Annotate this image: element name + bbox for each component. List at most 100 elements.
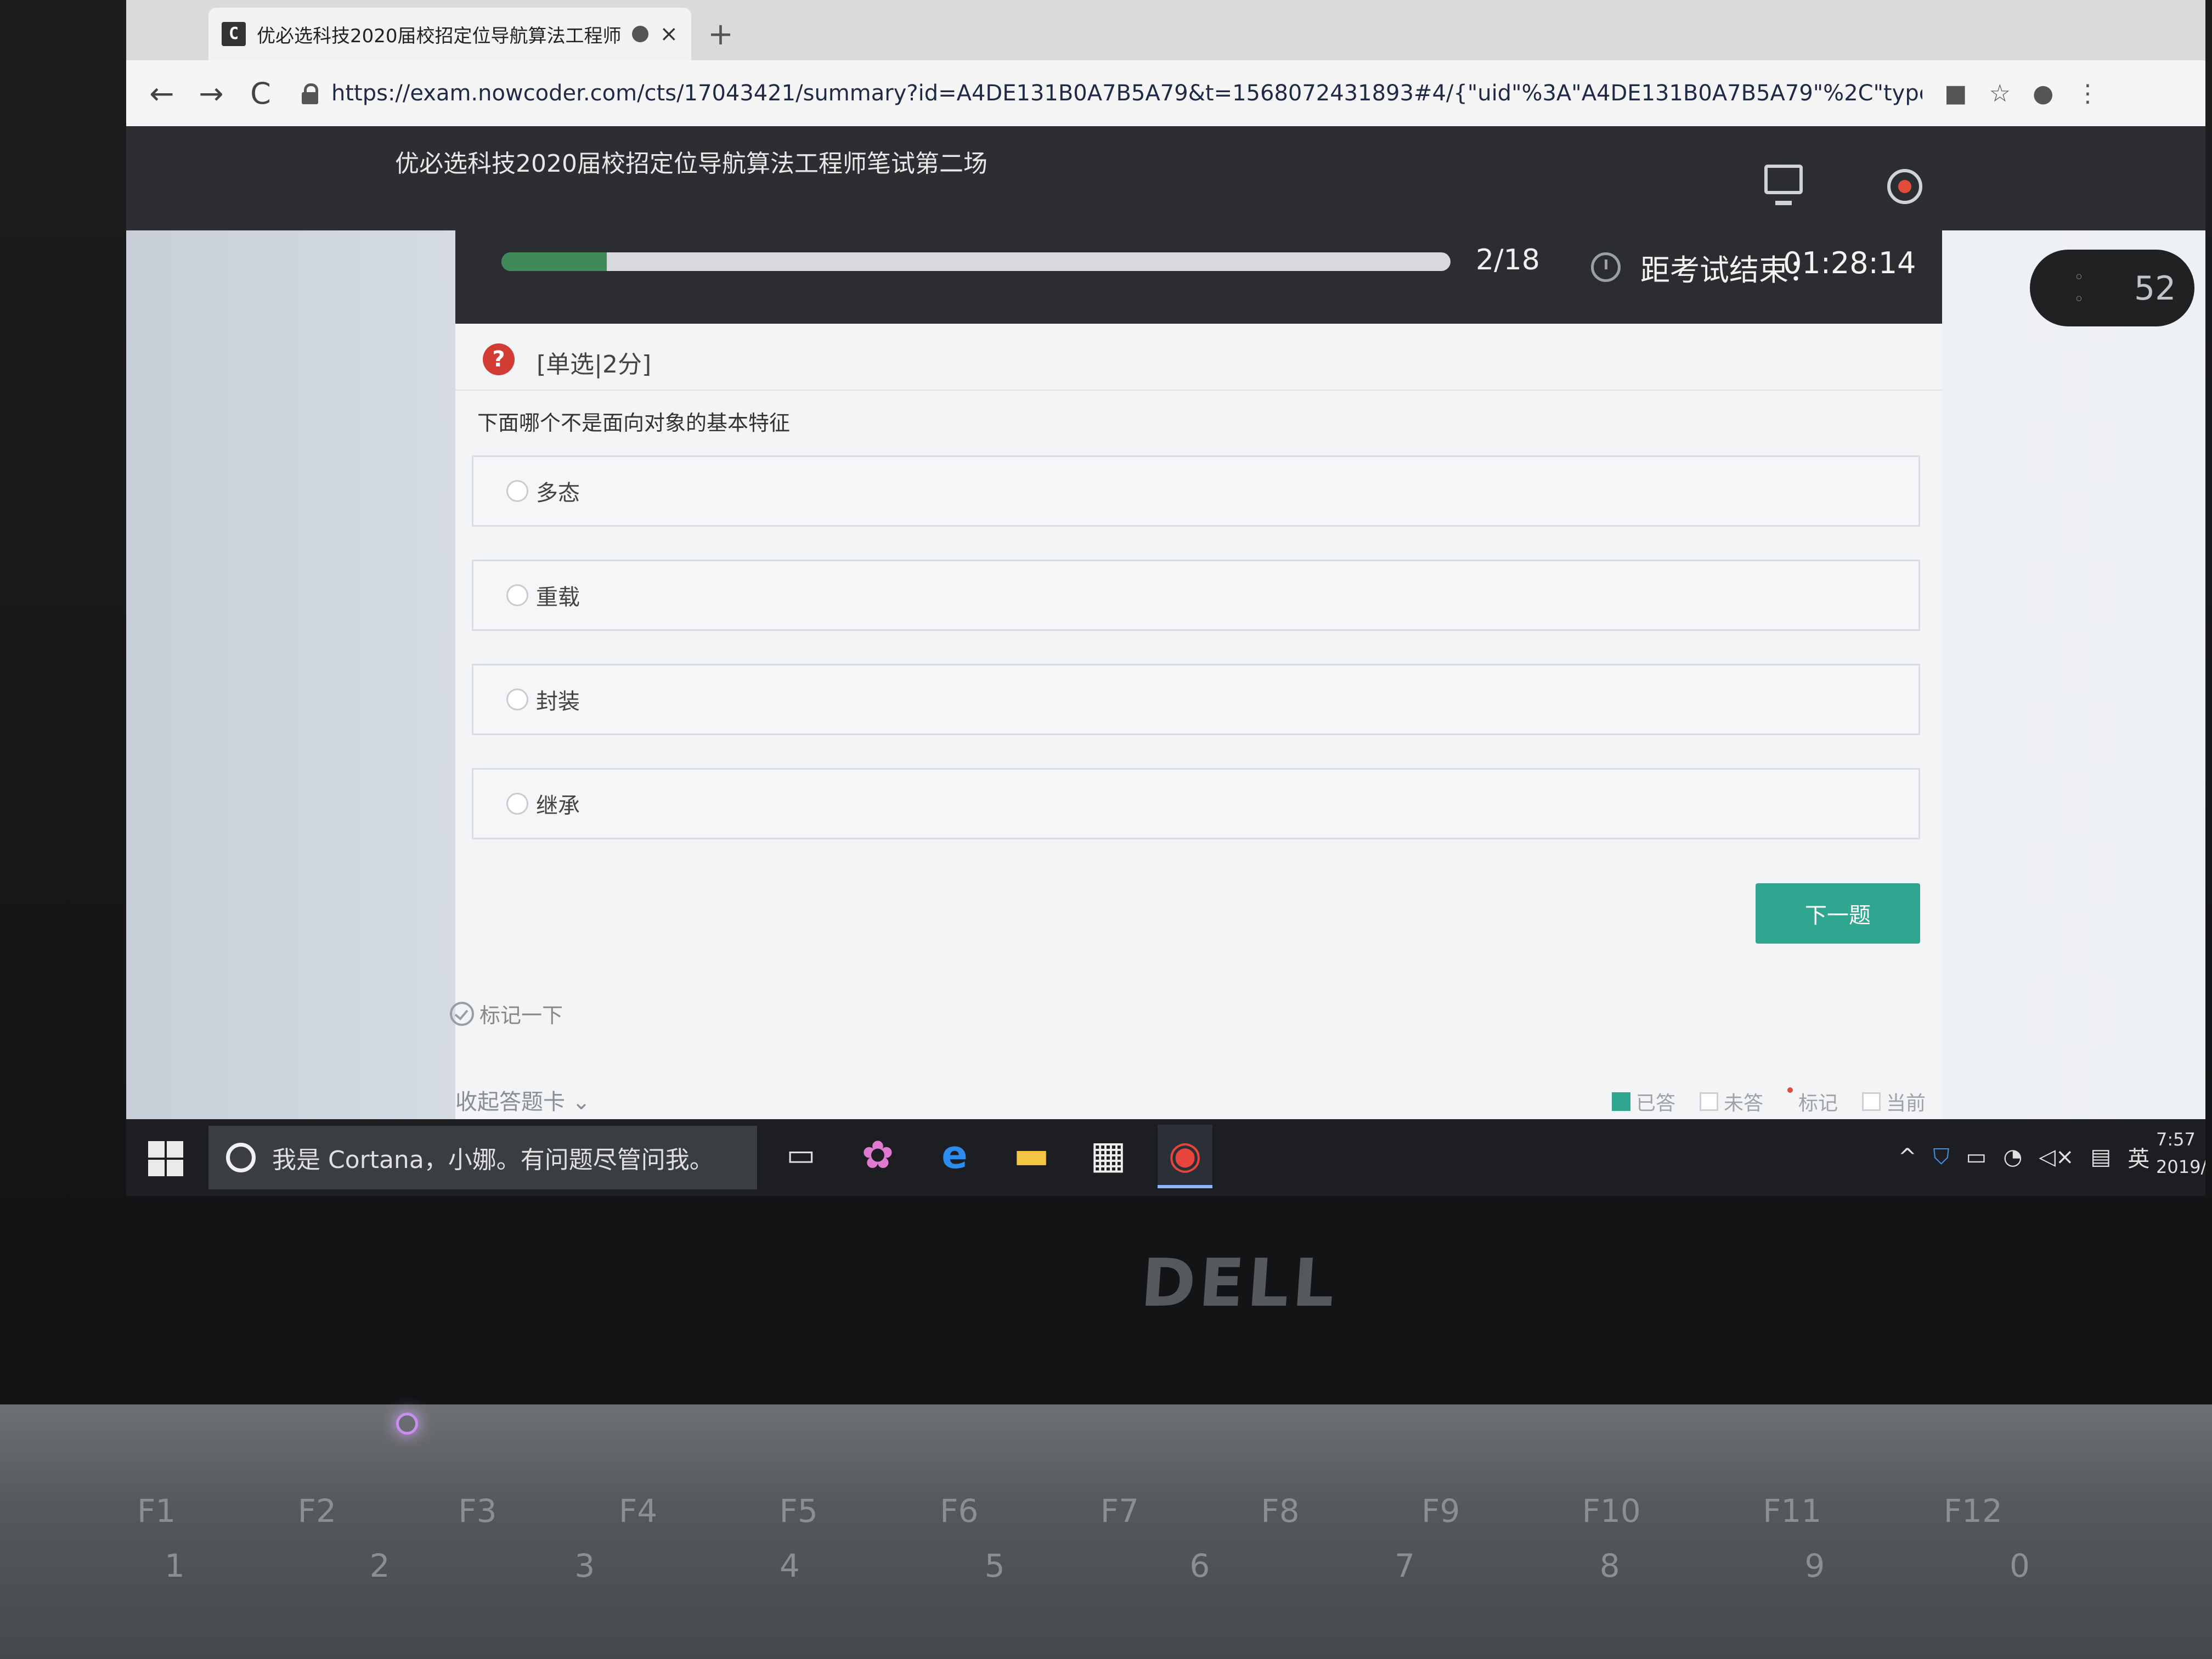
answer-card-footer: 收起答题卡 ⌄ 已答 未答 标记 当前 (455, 1075, 1942, 1119)
browser-tabbar: C 优必选科技2020届校招定位导航算法工程师笔试第二场 × + (126, 0, 2205, 60)
question-type-row: ? [单选|2分] (455, 324, 1942, 391)
camera-icon[interactable] (1887, 169, 1922, 204)
marked-dot-icon (1787, 1087, 1793, 1093)
number-key-legend: 5 (984, 1547, 1005, 1584)
widget-value: 52 (2134, 269, 2176, 308)
option-label: 重载 (536, 585, 580, 610)
progress-bar (501, 252, 1451, 271)
radio-button[interactable] (506, 584, 528, 606)
fn-key-legend: F6 (940, 1492, 979, 1530)
screen: C 优必选科技2020届校招定位导航算法工程师笔试第二场 × + ← → C h… (126, 0, 2205, 1196)
windows-start-icon[interactable] (148, 1141, 184, 1177)
answered-swatch (1611, 1092, 1630, 1111)
floating-widget[interactable]: ◦ ◦ 52 (2030, 250, 2194, 326)
number-key-legend: 1 (165, 1547, 185, 1584)
exam-card: 2/18 距考试结束： 01:28:14 ? [单选|2分] 下面哪个不是面向对… (450, 219, 1942, 1119)
menu-dots-icon[interactable]: ⋮ (2075, 80, 2100, 108)
legend-answered: 已答 (1611, 1087, 1675, 1116)
back-icon[interactable]: ← (137, 76, 187, 111)
option-c[interactable]: 封装 (472, 664, 1920, 735)
legend-answered-label: 已答 (1635, 1092, 1675, 1115)
widget-dots-icon: ◦ ◦ (2074, 267, 2084, 309)
number-key-legend: 8 (1599, 1547, 1620, 1584)
power-icon (396, 1413, 418, 1435)
status-legend: 已答 未答 标记 当前 (1611, 1087, 1926, 1116)
radio-button[interactable] (506, 689, 528, 710)
number-key-legend: 2 (369, 1547, 390, 1584)
number-key-legend: 9 (1804, 1547, 1825, 1584)
task-view-icon[interactable]: ▭ (774, 1125, 828, 1185)
legend-current: 当前 (1861, 1087, 1926, 1116)
notification-icon[interactable]: ▤ (2091, 1144, 2112, 1170)
option-d[interactable]: 继承 (472, 768, 1920, 839)
legend-current-label: 当前 (1886, 1092, 1926, 1115)
file-explorer-icon[interactable]: ▬ (1004, 1125, 1059, 1185)
countdown-timer: 01:28:14 (1783, 246, 1916, 280)
fn-key-legend: F4 (618, 1492, 658, 1530)
input-language[interactable]: 英 (2128, 1141, 2149, 1173)
question-icon: ? (483, 343, 515, 375)
fn-key-legend: F3 (458, 1492, 497, 1530)
legend-marked: 标记 (1787, 1087, 1838, 1116)
number-key-legend: 7 (1395, 1547, 1415, 1584)
fn-key-legend: F5 (779, 1492, 818, 1530)
lock-icon[interactable] (302, 83, 318, 104)
legend-marked-label: 标记 (1798, 1092, 1838, 1115)
pinned-apps: ▭ ✿ e ▬ ▦ ◉ (774, 1125, 1212, 1188)
option-label: 封装 (536, 689, 580, 714)
keyboard-deck (0, 1404, 2212, 1659)
question-type: [单选|2分] (537, 351, 652, 379)
radio-button[interactable] (506, 480, 528, 502)
wifi-icon[interactable]: ◔ (2003, 1144, 2022, 1170)
camera-permission-icon[interactable]: ■ (1944, 80, 1967, 108)
cortana-placeholder: 我是 Cortana，小娜。有问题尽管问我。 (272, 1146, 714, 1174)
mark-label: 标记一下 (479, 1003, 563, 1028)
clock-icon (1591, 252, 1621, 282)
forward-icon[interactable]: → (187, 76, 236, 111)
question-text: 下面哪个不是面向对象的基本特征 (477, 411, 791, 435)
bookmark-star-icon[interactable]: ☆ (1989, 80, 2011, 108)
edge-browser-icon[interactable]: e (927, 1125, 982, 1185)
chrome-app-icon[interactable]: ◉ (1158, 1125, 1212, 1188)
number-key-legend: 0 (2010, 1547, 2030, 1584)
profile-icon[interactable]: ● (2033, 80, 2053, 108)
toggle-answer-card[interactable]: 收起答题卡 ⌄ (455, 1084, 590, 1116)
option-label: 继承 (536, 793, 580, 819)
paint-app-icon[interactable]: ✿ (850, 1125, 905, 1185)
option-b[interactable]: 重载 (472, 560, 1920, 631)
store-icon[interactable]: ▦ (1081, 1125, 1136, 1185)
legend-unanswered-label: 未答 (1723, 1092, 1763, 1115)
cortana-search-box[interactable]: 我是 Cortana，小娜。有问题尽管问我。 (208, 1126, 757, 1189)
progress-text: 2/18 (1476, 244, 1540, 276)
close-icon[interactable]: × (659, 21, 678, 47)
number-key-legend: 6 (1189, 1547, 1210, 1584)
network-folder-icon[interactable]: ▭ (1966, 1144, 1987, 1170)
fn-key-legend: F2 (297, 1492, 336, 1530)
browser-tab[interactable]: C 优必选科技2020届校招定位导航算法工程师笔试第二场 × (208, 8, 691, 60)
shield-icon[interactable]: ⛉ (1933, 1144, 1950, 1170)
new-tab-icon[interactable]: + (708, 16, 733, 52)
radio-button[interactable] (506, 793, 528, 815)
favicon-icon: C (222, 22, 246, 46)
number-key-legend: 4 (780, 1547, 800, 1584)
system-tray: ^ ⛉ ▭ ◔ ◁× ▤ 英 (1898, 1141, 2149, 1173)
fn-key-legend: F1 (137, 1492, 176, 1530)
chevron-up-icon[interactable]: ^ (1898, 1144, 1917, 1170)
address-bar[interactable]: https://exam.nowcoder.com/cts/17043421/s… (331, 81, 1922, 106)
fn-key-legend: F8 (1261, 1492, 1300, 1530)
option-a[interactable]: 多态 (472, 455, 1920, 527)
option-label: 多态 (536, 481, 580, 506)
volume-icon[interactable]: ◁× (2039, 1144, 2074, 1170)
cortana-icon (226, 1143, 256, 1172)
monitor-icon[interactable] (1764, 165, 1803, 205)
fn-key-legend: F7 (1100, 1492, 1139, 1530)
reload-icon[interactable]: C (236, 76, 285, 111)
number-key-row: 1 2 3 4 5 6 7 8 9 0 (165, 1547, 2030, 1584)
taskbar: 我是 Cortana，小娜。有问题尽管问我。 ▭ ✿ e ▬ ▦ ◉ ^ ⛉ ▭… (126, 1119, 2205, 1196)
number-key-legend: 3 (574, 1547, 595, 1584)
progress-header: 2/18 距考试结束： 01:28:14 (455, 219, 1942, 324)
next-question-button[interactable]: 下一题 (1756, 883, 1920, 944)
clock-date: 2019/9 (2156, 1156, 2205, 1177)
mark-question[interactable]: 标记一下 (450, 998, 563, 1029)
taskbar-clock[interactable]: 7:57 2019/9 (2156, 1126, 2205, 1181)
